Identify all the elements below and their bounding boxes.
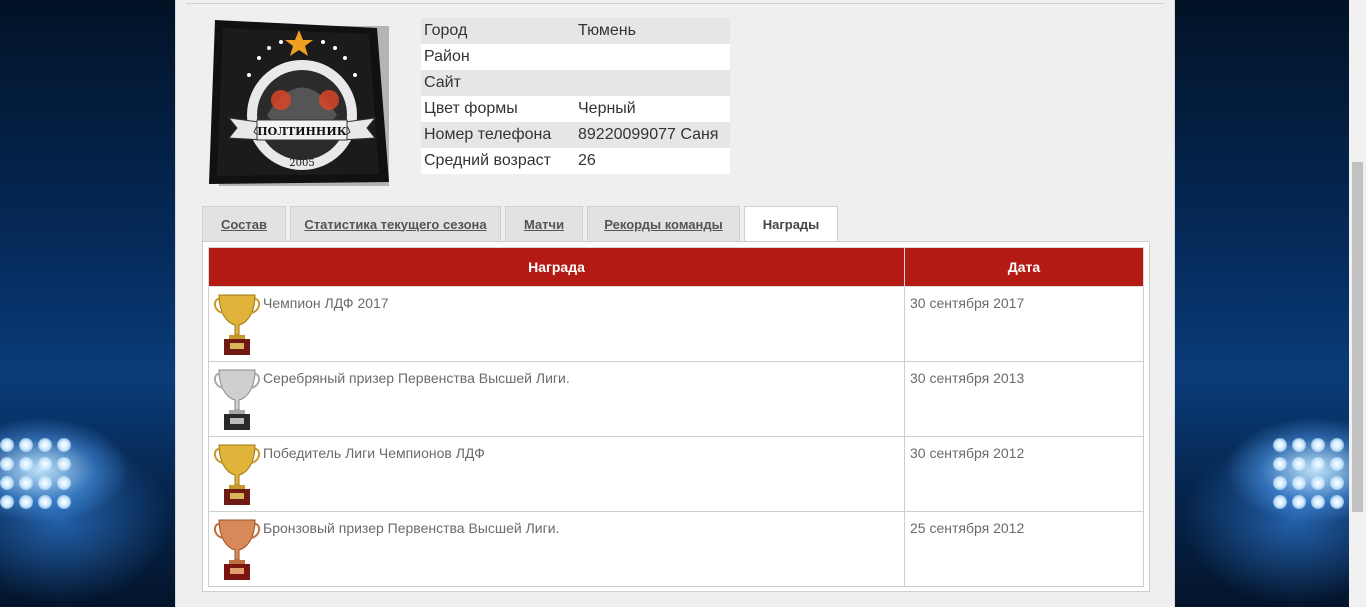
info-label: Средний возраст [421, 148, 575, 174]
info-row-kit-color: Цвет формы Черный [421, 96, 730, 122]
info-value: 26 [575, 148, 730, 174]
info-row-phone: Номер телефона 89220099077 Саня [421, 122, 730, 148]
divider [186, 3, 1164, 4]
stadium-lights-right [1175, 0, 1366, 607]
info-label: Город [421, 18, 575, 44]
bronze-cup-icon [213, 519, 261, 580]
team-info-table: Город Тюмень Район Сайт Цвет формы Черны… [421, 18, 730, 174]
award-date: 30 сентября 2013 [904, 361, 1144, 437]
award-name: Бронзовый призер Первенства Высшей Лиги. [263, 520, 560, 536]
column-header-award: Награда [208, 247, 905, 287]
info-label: Цвет формы [421, 96, 575, 122]
info-value [575, 70, 730, 96]
info-row-city: Город Тюмень [421, 18, 730, 44]
tab-roster[interactable]: Состав [202, 206, 286, 241]
tab-team-records[interactable]: Рекорды команды [587, 206, 740, 241]
table-row: Бронзовый призер Первенства Высшей Лиги.… [208, 511, 1144, 587]
info-row-average-age: Средний возраст 26 [421, 148, 730, 174]
tab-awards[interactable]: Награды [744, 206, 838, 242]
silver-cup-icon [213, 369, 261, 430]
info-value: Тюмень [575, 18, 730, 44]
tab-matches[interactable]: Матчи [505, 206, 583, 241]
award-date: 30 сентября 2017 [904, 286, 1144, 362]
award-name: Победитель Лиги Чемпионов ЛДФ [263, 445, 485, 461]
table-row: Чемпион ЛДФ 2017 30 сентября 2017 [208, 286, 1144, 362]
award-date: 25 сентября 2012 [904, 511, 1144, 587]
info-label: Сайт [421, 70, 575, 96]
info-label: Номер телефона [421, 122, 575, 148]
info-value: Черный [575, 96, 730, 122]
gold-cup-icon [213, 444, 261, 505]
awards-header-row: Награда Дата [208, 247, 1144, 287]
tab-season-stats[interactable]: Статистика текущего сезона [290, 206, 501, 241]
logo-year-text: 2005 [289, 158, 314, 169]
award-name: Серебряный призер Первенства Высшей Лиги… [263, 370, 570, 386]
info-label: Район [421, 44, 575, 70]
table-row: Серебряный призер Первенства Высшей Лиги… [208, 361, 1144, 437]
info-row-district: Район [421, 44, 730, 70]
team-logo: ПОЛТИННИК 2005 [209, 20, 389, 186]
floodlight-bulbs [1273, 438, 1344, 509]
stadium-lights-left [0, 0, 175, 607]
logo-banner-text: ПОЛТИННИК [257, 125, 346, 138]
scrollbar-thumb[interactable] [1352, 162, 1363, 512]
info-row-site: Сайт [421, 70, 730, 96]
award-name: Чемпион ЛДФ 2017 [263, 295, 389, 311]
gold-cup-icon [213, 294, 261, 355]
page-scrollbar[interactable] [1349, 0, 1366, 607]
table-row: Победитель Лиги Чемпионов ЛДФ 30 сентябр… [208, 436, 1144, 512]
team-page: ПОЛТИННИК 2005 Город Тюмень Район Сайт Ц… [175, 0, 1175, 607]
award-date: 30 сентября 2012 [904, 436, 1144, 512]
awards-table: Награда Дата Чемпион ЛДФ 2017 30 сентябр… [208, 247, 1144, 587]
info-value [575, 44, 730, 70]
awards-panel: Награда Дата Чемпион ЛДФ 2017 30 сентябр… [202, 241, 1150, 592]
info-value: 89220099077 Саня [575, 122, 730, 148]
floodlight-bulbs [0, 438, 71, 509]
column-header-date: Дата [904, 247, 1144, 287]
